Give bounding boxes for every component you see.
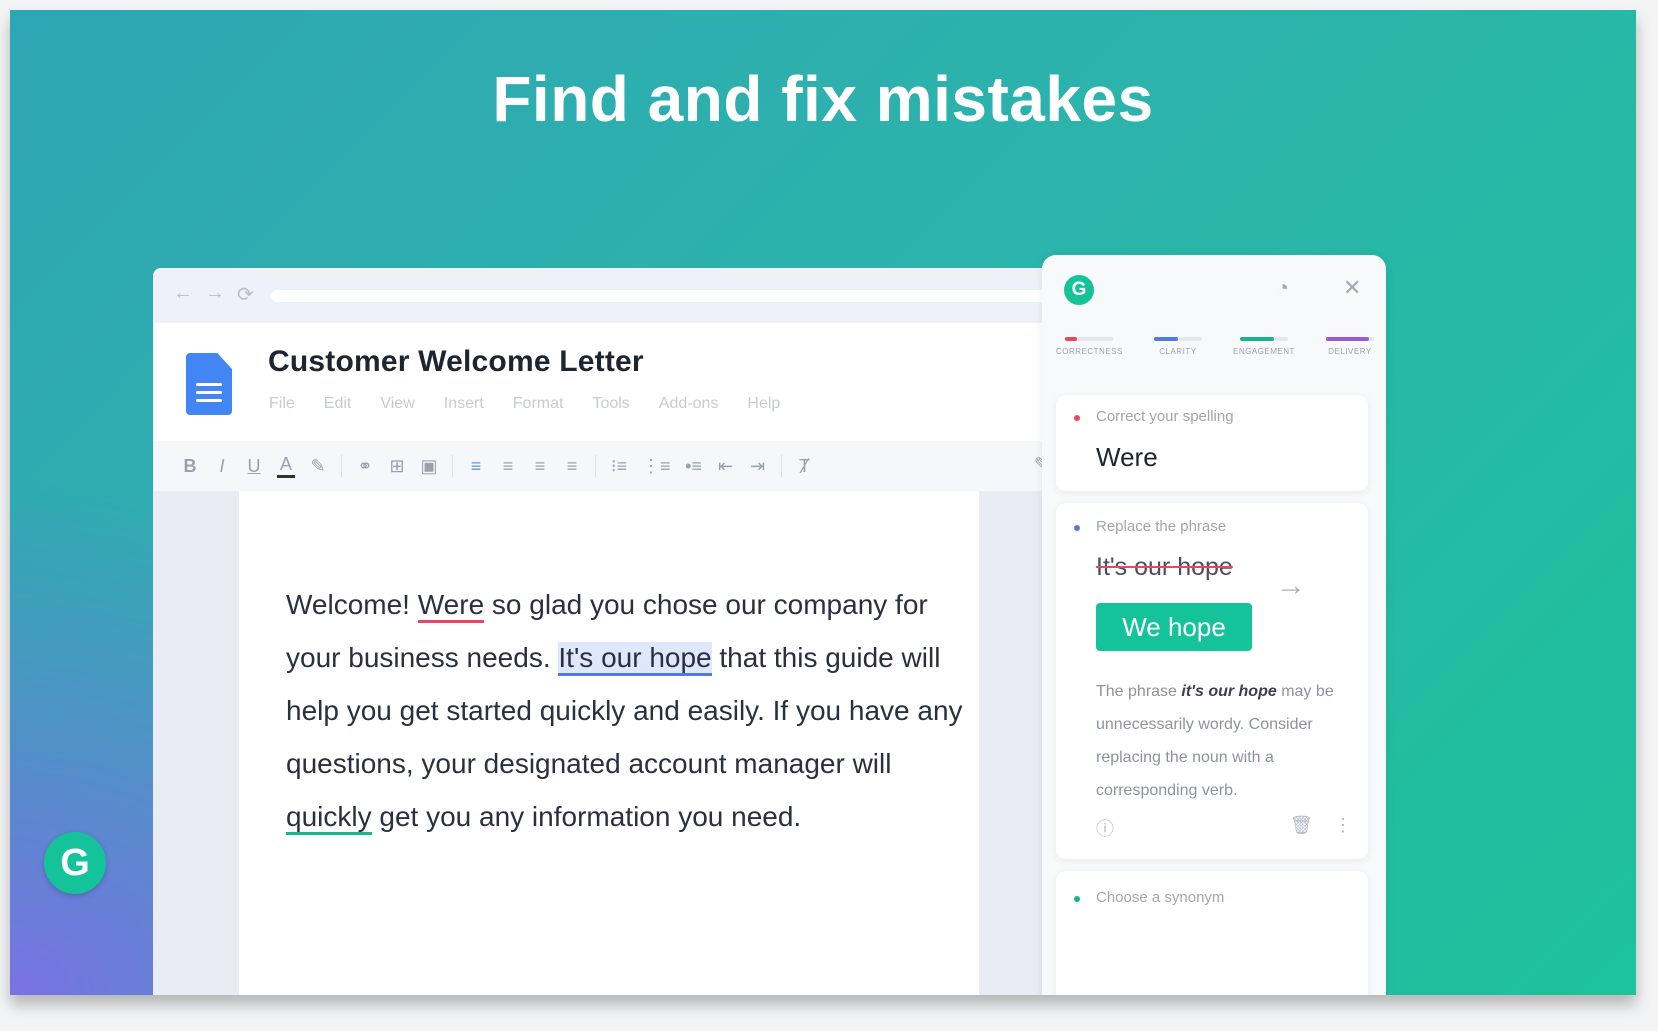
document-title[interactable]: Customer Welcome Letter xyxy=(268,345,644,379)
correctness-bar xyxy=(1065,337,1114,341)
forward-icon[interactable]: → xyxy=(205,282,225,305)
url-field[interactable] xyxy=(271,290,1098,302)
align-right-icon[interactable]: ≡ xyxy=(531,456,549,477)
decrease-indent-icon[interactable]: ⇤ xyxy=(717,456,735,477)
tab-delivery[interactable]: DELIVERY xyxy=(1325,337,1374,356)
tab-label: DELIVERY xyxy=(1328,347,1372,356)
clear-formatting-icon[interactable]: Ⱦ xyxy=(796,456,814,477)
suggestion-explanation: The phrase it's our hope may be unnecess… xyxy=(1096,683,1334,799)
tab-engagement[interactable]: ENGAGEMENT xyxy=(1233,337,1295,356)
card-title: Choose a synonym xyxy=(1096,889,1225,906)
menu-help[interactable]: Help xyxy=(747,395,780,413)
align-center-icon[interactable]: ≡ xyxy=(499,456,517,477)
text-color-icon[interactable]: A xyxy=(277,454,295,478)
synonym-suggestion-card[interactable]: Choose a synonym xyxy=(1056,871,1368,995)
engagement-bar xyxy=(1239,337,1288,341)
browser-window: ← → ⟳ Customer Welcome Letter File Edit … xyxy=(153,268,1098,995)
align-left-icon[interactable]: ≡ xyxy=(467,456,485,477)
docs-menu-bar: File Edit View Insert Format Tools Add-o… xyxy=(269,395,780,413)
card-title: Replace the phrase xyxy=(1096,518,1227,535)
close-icon[interactable]: ✕ xyxy=(1343,275,1361,301)
increase-indent-icon[interactable]: ⇥ xyxy=(749,456,767,477)
doc-text-segment: Welcome! xyxy=(286,589,418,620)
doc-text-segment: get you any information you need. xyxy=(371,801,802,832)
engagement-dot xyxy=(1074,896,1080,902)
card-title: Correct your spelling xyxy=(1096,408,1234,425)
link-icon[interactable]: ⚭ xyxy=(356,456,374,477)
menu-format[interactable]: Format xyxy=(513,395,564,413)
spelling-suggestion-card[interactable]: Correct your spelling Were xyxy=(1056,395,1368,491)
tab-correctness[interactable]: CORRECTNESS xyxy=(1056,337,1123,356)
comment-icon[interactable]: ⊞ xyxy=(388,456,406,477)
spelling-suggestion: Were xyxy=(1096,442,1158,472)
accept-suggestion-button[interactable]: We hope xyxy=(1096,603,1252,651)
document-body[interactable]: Welcome! Were so glad you chose our comp… xyxy=(286,578,966,843)
underline-icon[interactable]: U xyxy=(245,456,263,477)
back-icon[interactable]: ← xyxy=(173,282,193,305)
tab-label: CORRECTNESS xyxy=(1056,347,1123,356)
dismiss-trash-icon[interactable]: 🗑 xyxy=(1290,815,1313,836)
google-docs-icon xyxy=(186,353,232,415)
menu-addons[interactable]: Add-ons xyxy=(659,395,719,413)
goals-icon[interactable]: ◔ xyxy=(1276,275,1289,301)
grammarly-floating-button[interactable]: G xyxy=(44,832,106,894)
clarity-dot xyxy=(1074,525,1080,531)
toolbar-divider xyxy=(341,455,342,477)
bold-icon[interactable]: B xyxy=(181,456,199,477)
toolbar-divider xyxy=(595,455,596,477)
grammarly-panel: G ◔ ✕ CORRECTNESS CLARITY ENGAGEMENT DEL… xyxy=(1042,255,1386,995)
image-icon[interactable]: ▣ xyxy=(420,456,438,477)
numbered-list-icon[interactable]: ⋮≡ xyxy=(642,456,671,477)
category-tabs: CORRECTNESS CLARITY ENGAGEMENT DELIVERY xyxy=(1056,337,1374,356)
correctness-dot xyxy=(1074,415,1080,421)
help-icon[interactable]: ⓘ xyxy=(1096,815,1114,841)
italic-icon[interactable]: I xyxy=(213,456,231,477)
menu-file[interactable]: File xyxy=(269,395,295,413)
tab-label: ENGAGEMENT xyxy=(1233,347,1295,356)
browser-address-bar: ← → ⟳ xyxy=(153,268,1098,323)
phrase-suggestion-card[interactable]: Replace the phrase It's our hope → We ho… xyxy=(1056,503,1368,859)
toolbar-divider xyxy=(452,455,453,477)
spelling-error-highlight[interactable]: Were xyxy=(417,589,485,623)
menu-view[interactable]: View xyxy=(380,395,414,413)
headline: Find and fix mistakes xyxy=(492,63,1154,135)
menu-insert[interactable]: Insert xyxy=(444,395,484,413)
bulleted-list-icon[interactable]: •≡ xyxy=(685,456,703,477)
toolbar-divider xyxy=(780,455,782,477)
hero-banner: Find and fix mistakes ← → ⟳ Customer Wel… xyxy=(10,10,1636,995)
clarity-bar xyxy=(1153,337,1202,341)
tab-label: CLARITY xyxy=(1159,347,1197,356)
line-spacing-icon[interactable]: ⁝≡ xyxy=(610,456,628,477)
menu-edit[interactable]: Edit xyxy=(324,395,352,413)
delivery-bar xyxy=(1325,337,1374,341)
justify-icon[interactable]: ≡ xyxy=(563,456,581,477)
formatting-toolbar: B I U A ✎ ⚭ ⊞ ▣ ≡ ≡ ≡ ≡ ⁝≡ ⋮≡ •≡ ⇤ ⇥ Ⱦ xyxy=(153,441,1098,491)
doc-header: Customer Welcome Letter File Edit View I… xyxy=(153,323,1098,441)
reload-icon[interactable]: ⟳ xyxy=(237,282,254,307)
more-options-icon[interactable]: ⋮ xyxy=(1334,815,1352,836)
arrow-right-icon: → xyxy=(1276,569,1306,602)
grammarly-logo-icon: G xyxy=(1064,275,1094,305)
highlight-icon[interactable]: ✎ xyxy=(309,456,327,477)
synonym-suggestion-highlight[interactable]: quickly xyxy=(286,801,372,835)
menu-tools[interactable]: Tools xyxy=(592,395,629,413)
original-phrase: It's our hope xyxy=(1096,553,1233,581)
phrase-suggestion-highlight[interactable]: It's our hope xyxy=(558,642,712,676)
tab-clarity[interactable]: CLARITY xyxy=(1153,337,1202,356)
